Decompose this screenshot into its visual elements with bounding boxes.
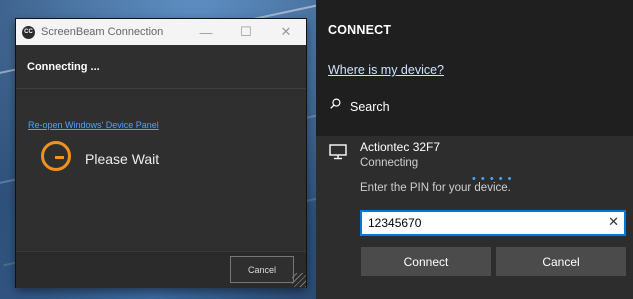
- close-button[interactable]: ✕: [266, 19, 306, 45]
- search-button[interactable]: Search: [350, 100, 390, 114]
- pin-field[interactable]: ✕: [360, 210, 626, 236]
- minimize-button[interactable]: —: [186, 19, 226, 45]
- connection-status: Connecting ...: [27, 61, 100, 73]
- clear-icon[interactable]: ✕: [608, 214, 619, 230]
- panel-title: CONNECT: [328, 23, 392, 37]
- where-is-my-device-link[interactable]: Where is my device?: [328, 63, 444, 77]
- resize-grip-icon[interactable]: [292, 273, 306, 287]
- reopen-device-panel-link[interactable]: Re-open Windows' Device Panel: [28, 120, 159, 130]
- maximize-button[interactable]: ☐: [226, 19, 266, 45]
- spinner-hand-icon: [55, 156, 64, 159]
- connect-panel: CONNECT Where is my device? Search Actio…: [316, 0, 633, 299]
- screenbeam-window: CC ScreenBeam Connection — ☐ ✕ Connectin…: [16, 19, 306, 288]
- screenbeam-logo-icon: CC: [22, 25, 35, 39]
- pin-prompt: Enter the PIN for your device.: [360, 182, 511, 194]
- window-title: ScreenBeam Connection: [41, 26, 164, 38]
- device-status: Connecting: [360, 157, 419, 169]
- please-wait-text: Please Wait: [85, 151, 160, 167]
- cancel-button[interactable]: Cancel: [230, 256, 294, 283]
- cancel-pin-button[interactable]: Cancel: [496, 247, 626, 276]
- connect-button[interactable]: Connect: [361, 247, 491, 276]
- device-name: Actiontec 32F7: [360, 140, 441, 154]
- pin-input[interactable]: [368, 214, 598, 232]
- monitor-icon: [329, 144, 347, 160]
- search-icon[interactable]: [330, 98, 341, 109]
- divider: [16, 88, 306, 89]
- title-bar[interactable]: CC ScreenBeam Connection — ☐ ✕: [16, 19, 306, 45]
